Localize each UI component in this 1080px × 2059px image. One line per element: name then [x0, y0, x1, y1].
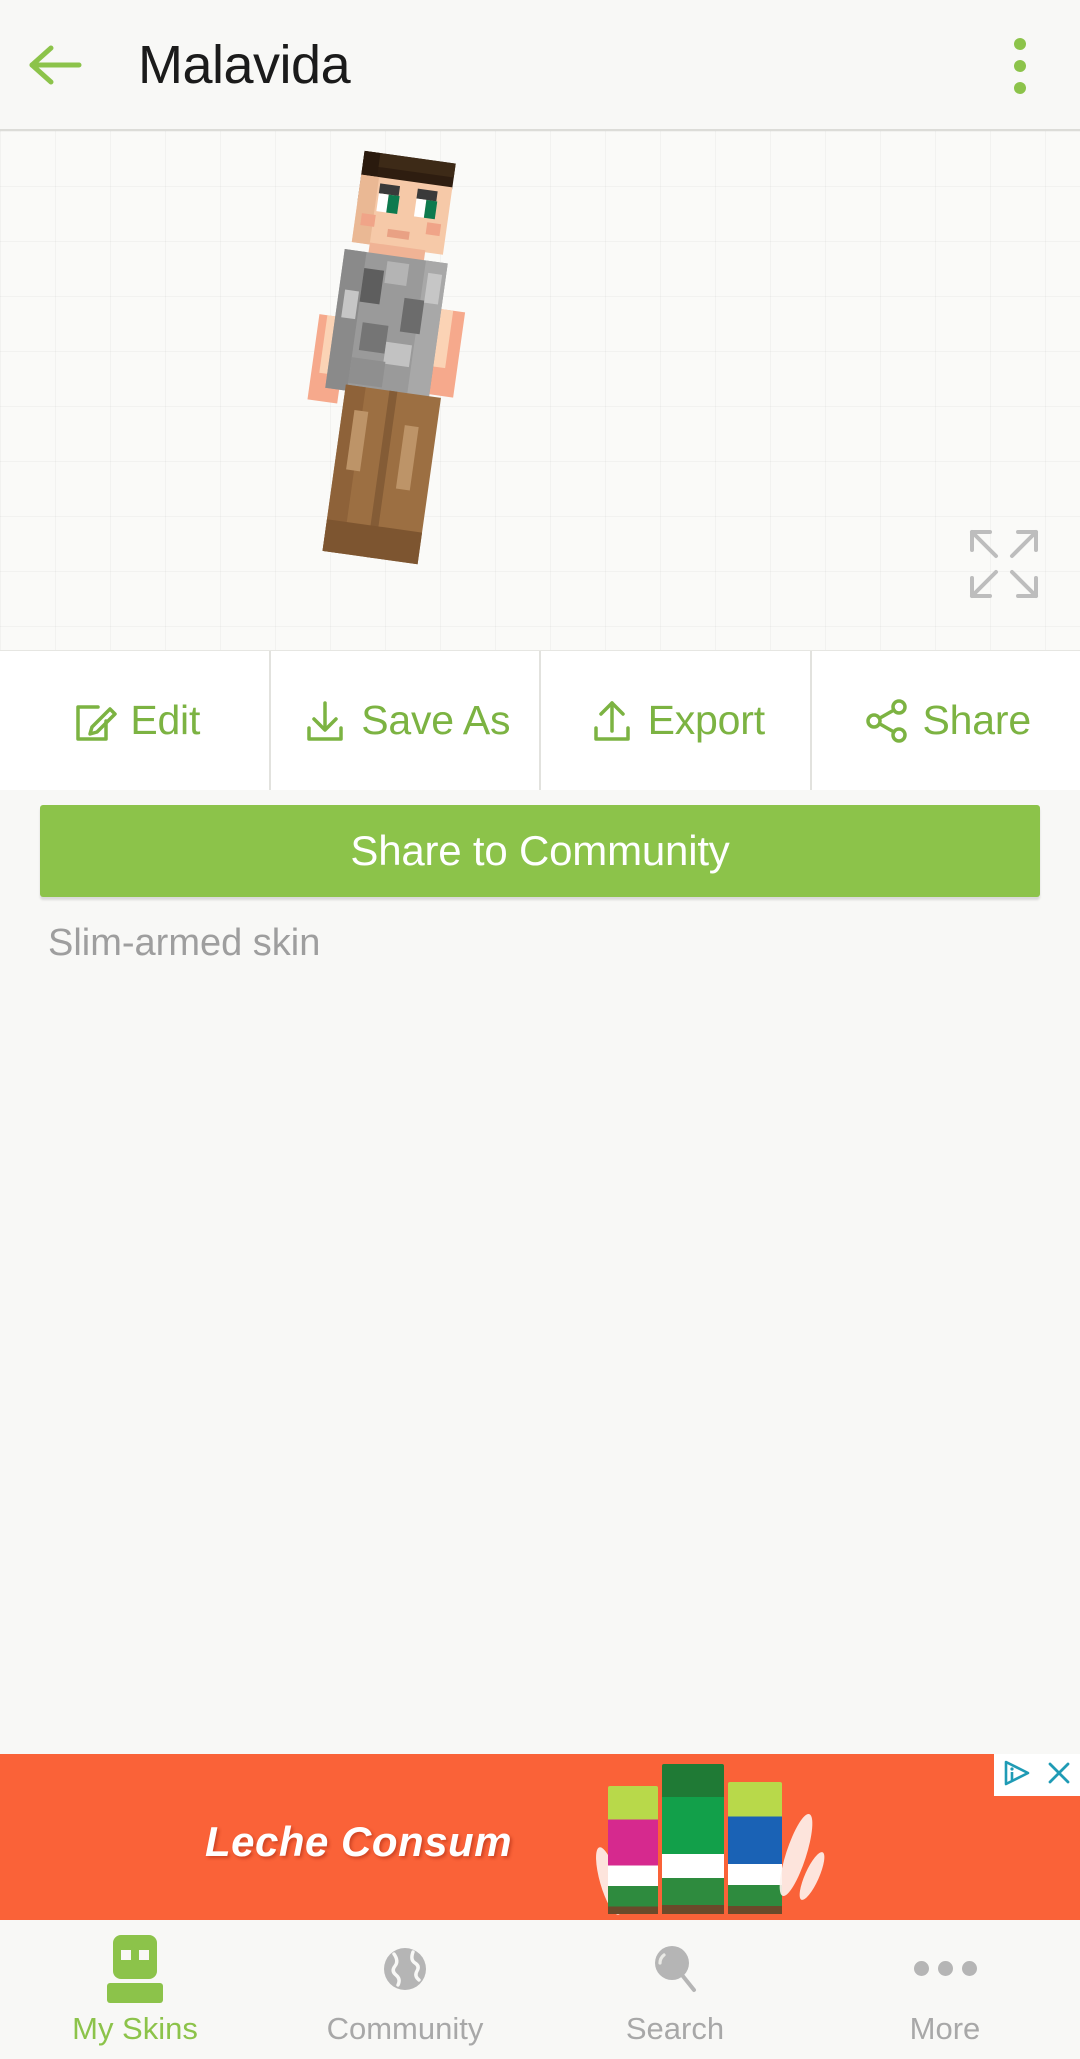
overflow-menu-button[interactable]: [960, 0, 1080, 131]
share-to-community-button[interactable]: Share to Community: [40, 805, 1040, 897]
back-button[interactable]: [0, 0, 110, 130]
share-label: Share: [922, 697, 1032, 743]
ad-product-image: [590, 1754, 830, 1920]
close-x-icon[interactable]: [1044, 1759, 1074, 1792]
arrow-left-icon: [27, 42, 83, 88]
nav-item-my-skins[interactable]: My Skins: [0, 1920, 270, 2059]
save-as-label: Save As: [361, 697, 511, 743]
bottom-navigation: My Skins Community Search More: [0, 1920, 1080, 2059]
app-screen: Malavida Edit Save As Export Share Share…: [0, 0, 1080, 2059]
nav-label-search: Search: [625, 2010, 725, 2046]
share-button[interactable]: Share: [811, 651, 1080, 790]
fullscreen-button[interactable]: [966, 526, 1042, 602]
nav-item-community[interactable]: Community: [270, 1920, 540, 2059]
export-label: Export: [647, 697, 765, 743]
share-nodes-icon: [861, 695, 913, 747]
app-header: Malavida: [0, 0, 1080, 131]
nav-item-more[interactable]: More: [810, 1920, 1080, 2059]
action-toolbar: Edit Save As Export Share: [0, 650, 1080, 790]
edit-label: Edit: [130, 697, 201, 743]
export-button[interactable]: Export: [541, 651, 810, 790]
nav-label-community: Community: [326, 2010, 484, 2046]
nav-label-more: More: [909, 2010, 981, 2046]
download-icon: [299, 695, 351, 747]
adchoices-icon[interactable]: [1002, 1759, 1032, 1792]
magnifier-icon: [647, 1941, 703, 1997]
ad-controls: [994, 1754, 1080, 1796]
skin-preview-canvas[interactable]: [0, 131, 1080, 650]
edit-button[interactable]: Edit: [0, 651, 269, 790]
nav-item-search[interactable]: Search: [540, 1920, 810, 2059]
ad-banner[interactable]: Leche Consum: [0, 1754, 1080, 1920]
skin-avatar-icon: [107, 1934, 163, 2003]
skin-type-caption: Slim-armed skin: [48, 922, 321, 964]
globe-icon: [377, 1941, 433, 1997]
fullscreen-expand-icon: [966, 530, 1042, 606]
share-to-community-label: Share to Community: [350, 827, 730, 874]
ellipsis-icon: [913, 1941, 977, 1997]
more-vertical-icon: [1014, 33, 1026, 99]
ad-headline: Leche Consum: [205, 1818, 513, 1865]
save-as-button[interactable]: Save As: [270, 651, 539, 790]
edit-pencil-icon: [68, 695, 120, 747]
skin-3d-model[interactable]: [287, 139, 511, 627]
nav-label-my-skins: My Skins: [72, 2010, 198, 2046]
page-title: Malavida: [138, 34, 351, 95]
upload-icon: [586, 695, 638, 747]
